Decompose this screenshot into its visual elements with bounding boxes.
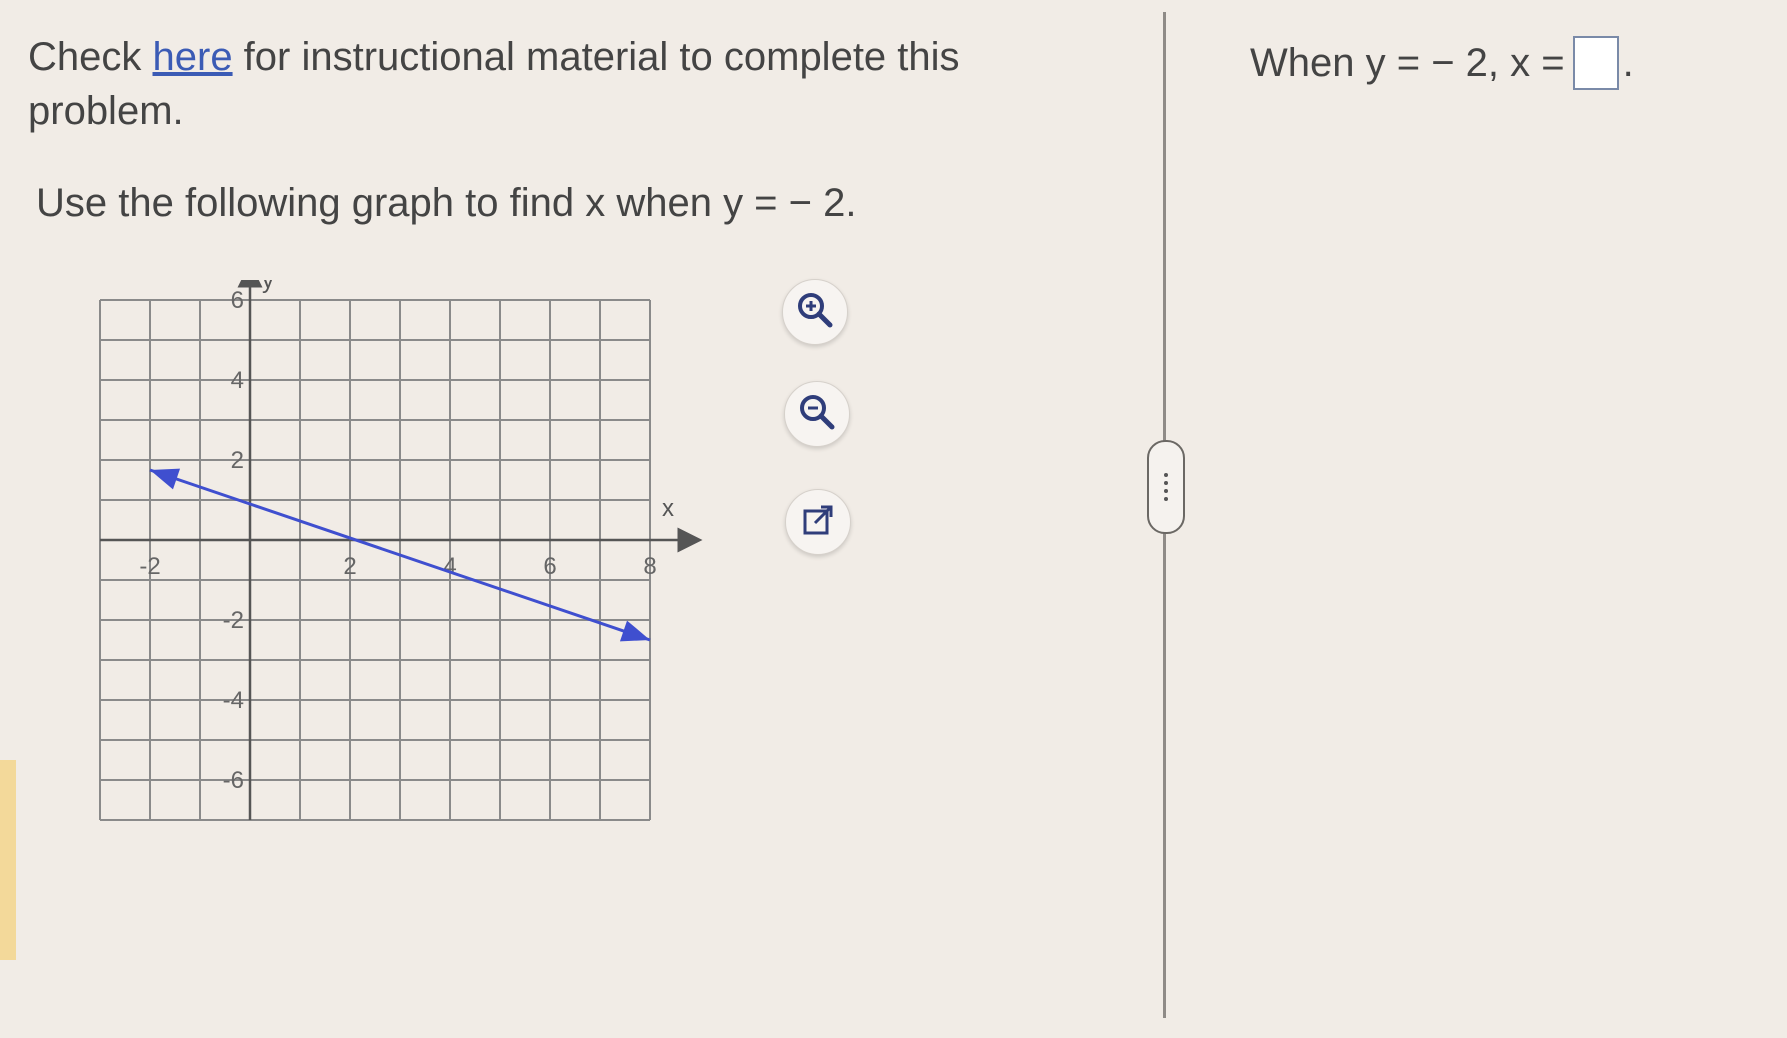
- x-tick-label: 6: [543, 553, 556, 580]
- answer-area: When y = − 2, x = .: [1250, 36, 1634, 90]
- y-tick-label: -6: [223, 767, 244, 794]
- question-pane: Check here for instructional material to…: [0, 0, 1160, 1038]
- popout-button[interactable]: [785, 489, 851, 555]
- y-tick-label: 6: [231, 287, 244, 314]
- line-arrow-start: [150, 468, 181, 490]
- zoom-out-button[interactable]: [784, 381, 850, 447]
- x-tick-label: 2: [343, 553, 356, 580]
- answer-input[interactable]: [1572, 36, 1619, 90]
- zoom-out-icon: [797, 392, 837, 437]
- graph: x y -2 2 4 6 8 6 4 2 -2 -4 -6: [90, 262, 770, 965]
- y-tick-label: -4: [223, 687, 244, 714]
- y-tick-label: 4: [231, 367, 244, 394]
- answer-prompt: When y = − 2, x =: [1250, 41, 1565, 85]
- y-tick-label: -2: [223, 607, 244, 634]
- instruction-prefix: Check: [28, 35, 153, 79]
- zoom-in-icon: [795, 290, 835, 335]
- pane-resize-handle[interactable]: [1147, 440, 1185, 534]
- x-axis-label: x: [662, 495, 674, 522]
- line-arrow-end: [619, 620, 650, 642]
- x-tick-label: 4: [443, 553, 456, 580]
- instruction-text: Check here for instructional material to…: [28, 30, 1028, 138]
- answer-period: .: [1622, 41, 1634, 85]
- graph-grid: [99, 299, 651, 821]
- x-tick-label: -2: [139, 553, 160, 580]
- zoom-in-button[interactable]: [782, 279, 848, 345]
- x-tick-label: 8: [643, 553, 656, 580]
- graph-svg: x y -2 2 4 6 8 6 4 2 -2 -4 -6: [99, 262, 703, 821]
- y-axis-label: y: [262, 280, 274, 294]
- y-tick-label: 2: [231, 447, 244, 474]
- popout-icon: [800, 502, 836, 543]
- instruction-link[interactable]: here: [153, 35, 233, 79]
- question-text: Use the following graph to find x when y…: [36, 181, 857, 225]
